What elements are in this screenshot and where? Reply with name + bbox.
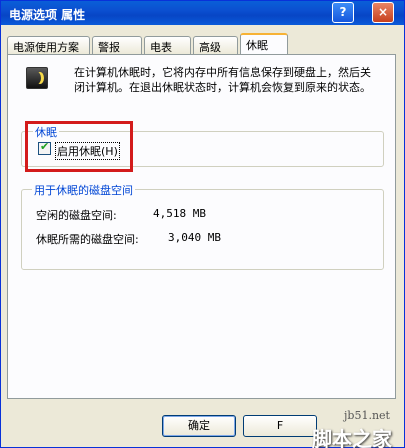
window-title: 电源选项 属性 [9,8,86,22]
hibernate-description: 在计算机休眠时，它将内存中所有信息保存到硬盘上，然后关闭计算机。在退出休眠状态时… [74,66,371,94]
free-disk-space-row: 空闲的磁盘空间: 4,518 MB [36,207,206,223]
watermark-text: 脚本之家 [312,427,392,448]
ok-button[interactable]: 确定 [162,415,236,437]
tab-hibernate[interactable]: 休眠 [240,33,288,54]
disk-space-group [21,189,384,270]
watermark: jb51.net 脚本之家 [306,409,405,448]
required-disk-space-label: 休眠所需的磁盘空间: [36,233,139,246]
tab-power-schemes[interactable]: 电源使用方案 [7,36,90,54]
free-disk-space-value: 4,518 MB [153,207,206,220]
highlight-annotation [25,121,133,172]
disk-space-group-title: 用于休眠的磁盘空间 [32,182,135,198]
properties-window: 电源选项 属性 ? × 电源使用方案 警报 电表 高级 休眠 在计算机休眠时，它… [0,0,405,448]
free-disk-space-label: 空闲的磁盘空间: [36,209,117,222]
tab-advanced[interactable]: 高级 [193,36,238,54]
hibernate-monitor-icon [26,67,48,89]
required-disk-space-value: 3,040 MB [168,231,221,244]
required-disk-space-row: 休眠所需的磁盘空间: 3,040 MB [36,231,221,247]
tab-alarms[interactable]: 警报 [92,36,142,54]
watermark-url: jb51.net [344,409,390,422]
tab-power-meter[interactable]: 电表 [144,36,191,54]
close-button[interactable]: × [372,2,394,23]
title-bar[interactable]: 电源选项 属性 ? × [1,1,404,25]
help-button[interactable]: ? [332,2,354,23]
